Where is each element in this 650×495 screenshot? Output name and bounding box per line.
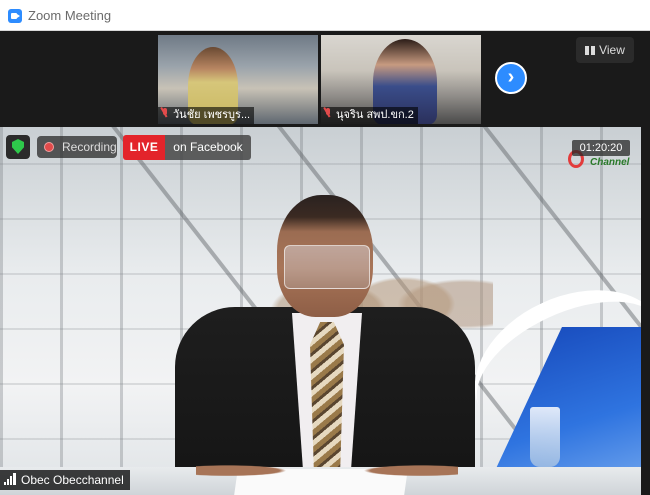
next-page-button[interactable]: › [495, 62, 527, 94]
presenter-hands [196, 449, 458, 485]
channel-logo: 01:20:20 Channel [564, 137, 634, 173]
broadcast-timecode: 01:20:20 [572, 140, 630, 156]
zoom-logo-icon [8, 9, 22, 23]
window-title: Zoom Meeting [28, 8, 112, 23]
live-badge: LIVE [123, 135, 165, 160]
participant-tile[interactable]: วันชัย เพชรบูร... [158, 35, 318, 124]
speaker-name: Obec Obecchannel [21, 473, 124, 487]
view-button-label: View [599, 43, 625, 57]
view-button[interactable]: View [576, 37, 634, 63]
muted-mic-icon [324, 108, 332, 119]
grid-view-icon [585, 46, 596, 55]
participant-name-label: วันชัย เพชรบูร... [158, 107, 255, 124]
face-shield [284, 245, 370, 289]
participant-name-label: นุจริน สพป.ขก.2 [321, 107, 418, 124]
right-edge [641, 31, 650, 495]
participant-gallery: วันชัย เพชรบูร... นุจริน สพป.ขก.2 › View [0, 31, 650, 127]
live-destination-label: on Facebook [165, 135, 251, 160]
chevron-right-icon: › [507, 66, 515, 88]
recording-label: Recording [62, 140, 117, 154]
water-glass [530, 407, 560, 467]
speaker-name-label: Obec Obecchannel [0, 470, 130, 490]
live-stream-indicator[interactable]: LIVE on Facebook [123, 135, 251, 160]
title-bar: Zoom Meeting [0, 0, 650, 31]
recording-dot-icon [44, 142, 54, 152]
channel-wordmark: Channel [590, 157, 630, 168]
muted-mic-icon [161, 108, 169, 119]
participant-tile[interactable]: นุจริน สพป.ขก.2 [321, 35, 481, 124]
active-speaker-video: Recording LIVE on Facebook 01:20:20 Chan… [0, 127, 650, 495]
participant-name: นุจริน สพป.ขก.2 [336, 109, 414, 121]
recording-indicator[interactable]: Recording [37, 136, 117, 158]
participant-name: วันชัย เพชรบูร... [173, 109, 251, 121]
signal-strength-icon [4, 473, 16, 485]
encryption-shield-icon[interactable] [6, 135, 30, 159]
